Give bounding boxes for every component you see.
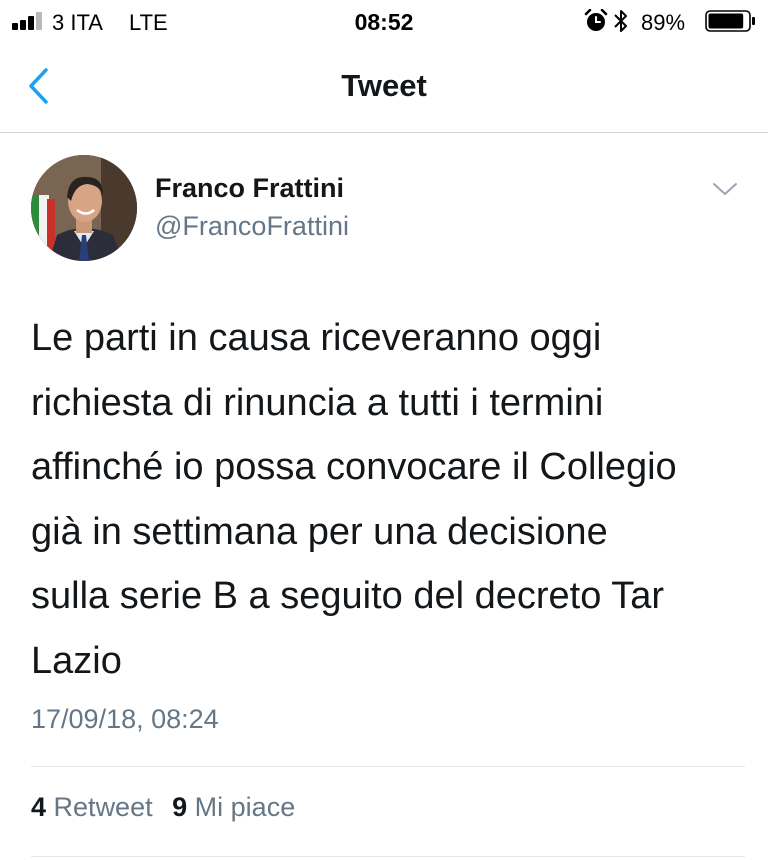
author-name[interactable]: Franco Frattini	[155, 173, 344, 204]
navigation-bar: Tweet	[0, 42, 768, 133]
tweet-line: sulla serie B a seguito del decreto Tar	[31, 575, 664, 617]
like-label: Mi piace	[194, 792, 296, 822]
alarm-icon	[584, 9, 608, 31]
tweet-line: richiesta di rinuncia a tutti i termini	[31, 381, 604, 424]
tweet-line: Lazio	[31, 639, 122, 682]
tweet-line: Le parti in causa riceveranno oggi	[31, 317, 602, 359]
tweet-detail-screen: 3 ITA LTE 08:52 89% Tweet Franco Frattin…	[0, 0, 768, 860]
bluetooth-icon	[614, 10, 627, 32]
author-handle[interactable]: @FrancoFrattini	[155, 211, 349, 242]
retweet-count: 4	[31, 792, 47, 822]
tweet-line: affinché io possa convocare il Collegio	[31, 446, 677, 488]
chevron-down-icon[interactable]	[710, 180, 740, 200]
avatar[interactable]	[31, 155, 137, 261]
like-count: 9	[172, 792, 188, 822]
battery-percentage: 89%	[641, 10, 686, 35]
retweet-label: Retweet	[53, 792, 153, 822]
page-title: Tweet	[341, 68, 427, 103]
tweet-timestamp: 17/09/18, 08:24	[31, 704, 219, 734]
like-count-link[interactable]: 9 Mi piace	[172, 792, 295, 822]
tweet-line: già in settimana per una decisione	[31, 510, 608, 553]
divider	[31, 766, 745, 767]
tweet-text: Le parti in causa riceveranno oggi richi…	[31, 306, 746, 693]
tweet-stats: 4 Retweet 9 Mi piace	[31, 792, 307, 823]
battery-icon	[705, 10, 755, 32]
retweet-count-link[interactable]: 4 Retweet	[31, 792, 153, 822]
divider	[31, 856, 745, 857]
status-bar: 3 ITA LTE 08:52 89%	[0, 0, 768, 42]
